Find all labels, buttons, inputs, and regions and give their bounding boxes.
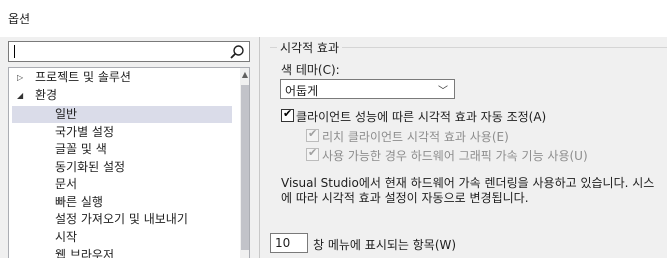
tree-item-label: 프로젝트 및 솔루션 — [35, 70, 131, 84]
checkmark-icon: ✔ — [283, 107, 293, 120]
panel-divider[interactable] — [259, 37, 260, 258]
tree-item-startup[interactable]: 시작 — [9, 229, 239, 246]
tree-item-quick-launch[interactable]: 빠른 실행 — [9, 194, 239, 211]
options-search-input[interactable] — [8, 41, 250, 62]
checkmark-icon: ✔ — [308, 146, 318, 159]
rich-visuals-label: 리치 클라이언트 시각적 효과 사용(E) — [322, 130, 509, 144]
window-menu-count-value: 10 — [275, 236, 291, 250]
tree-item-label: 설정 가져오기 및 내보내기 — [55, 212, 188, 226]
collapse-arrow-icon[interactable]: ◢ — [17, 87, 23, 104]
hardware-acceleration-checkbox[interactable]: ✔ — [306, 146, 319, 161]
color-theme-label: 색 테마(C): — [281, 63, 340, 77]
tree-item-label: 웹 브라우저 — [55, 248, 115, 258]
info-text-line2: 에 따라 시각적 효과 설정이 자동으로 변경됩니다. — [281, 191, 529, 205]
expand-arrow-icon[interactable]: ▷ — [17, 69, 23, 86]
tree-item-environment[interactable]: ◢ 환경 — [9, 87, 239, 104]
hardware-acceleration-label: 사용 가능한 경우 하드웨어 그래픽 가속 기능 사용(U) — [322, 149, 588, 163]
color-theme-dropdown[interactable]: 어둡게 ﹀ — [280, 79, 455, 99]
rich-visuals-checkbox[interactable]: ✔ — [306, 127, 319, 142]
tree-item-import-export-settings[interactable]: 설정 가져오기 및 내보내기 — [9, 211, 239, 228]
tree-item-international-settings[interactable]: 국가별 설정 — [9, 124, 239, 141]
group-title-visual-effects: 시각적 효과 — [277, 39, 343, 56]
tree-item-label: 동기화된 설정 — [55, 160, 126, 174]
tree-item-label: 빠른 실행 — [55, 195, 103, 209]
auto-adjust-checkbox[interactable]: ✔ — [281, 107, 294, 122]
tree-item-general[interactable]: 일반 — [12, 106, 232, 123]
options-tree: ▷ 프로젝트 및 솔루션 ◢ 환경 일반 국가별 설정 글꼴 및 색 동기화된 … — [8, 67, 250, 258]
scroll-up-arrow-icon[interactable]: ▲ — [240, 70, 249, 82]
tree-scrollbar[interactable]: ▲ — [240, 68, 249, 258]
tree-item-synchronized-settings[interactable]: 동기화된 설정 — [9, 159, 239, 176]
color-theme-value: 어둡게 — [285, 84, 319, 98]
tree-item-web-browser[interactable]: 웹 브라우저 — [9, 247, 239, 258]
text-caret — [14, 45, 15, 58]
tree-item-label: 시작 — [55, 230, 78, 244]
tree-item-label: 문서 — [55, 177, 78, 191]
title-bar: 옵션 — [0, 0, 667, 37]
window-menu-count-input[interactable]: 10 — [270, 233, 308, 253]
scrollbar-thumb[interactable] — [241, 85, 249, 250]
checkmark-icon: ✔ — [308, 127, 318, 140]
window-title: 옵션 — [8, 12, 31, 26]
tree-item-projects-solutions[interactable]: ▷ 프로젝트 및 솔루션 — [9, 69, 239, 86]
tree-item-label: 글꼴 및 색 — [55, 142, 107, 156]
tree-item-label: 환경 — [35, 88, 58, 102]
window-menu-count-label: 창 메뉴에 표시되는 항목(W) — [313, 238, 457, 252]
auto-adjust-label[interactable]: 클라이언트 성능에 따른 시각적 효과 자동 조정(A) — [296, 108, 546, 125]
search-icon[interactable] — [229, 44, 245, 60]
chevron-down-icon: ﹀ — [438, 86, 448, 97]
tree-item-fonts-colors[interactable]: 글꼴 및 색 — [9, 141, 239, 158]
tree-item-label: 국가별 설정 — [55, 125, 115, 139]
tree-item-label: 일반 — [55, 107, 78, 121]
tree-item-documents[interactable]: 문서 — [9, 176, 239, 193]
